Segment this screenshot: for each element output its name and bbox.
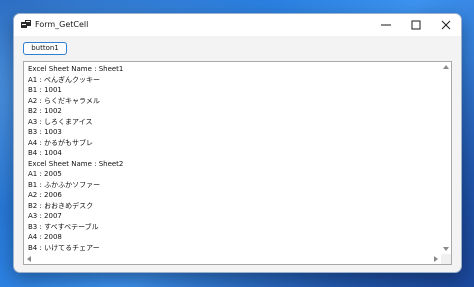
- maximize-icon: [411, 20, 421, 30]
- button1[interactable]: button1: [23, 42, 67, 55]
- output-line: Excel Sheet Name : Sheet1: [28, 65, 124, 73]
- horizontal-scrollbar[interactable]: [24, 254, 441, 264]
- output-line: A2 : らくだキャラメル: [28, 96, 100, 105]
- vertical-scrollbar[interactable]: [441, 62, 451, 254]
- output-line: A4 : 2008: [28, 233, 62, 241]
- output-line: A1 : 2005: [28, 170, 62, 178]
- scroll-up-icon[interactable]: [443, 65, 449, 69]
- output-line: B4 : いけてるチェアー: [28, 243, 100, 252]
- output-line: B3 : 1003: [28, 128, 62, 136]
- output-line: Excel Sheet Name : Sheet2: [28, 159, 124, 168]
- scroll-left-icon[interactable]: [27, 256, 31, 262]
- output-line: A2 : 2006: [28, 191, 62, 199]
- maximize-button[interactable]: [401, 14, 431, 36]
- output-line: B1 : ふかふかソファー: [28, 180, 101, 189]
- output-line: A3 : 2007: [28, 212, 62, 220]
- scrollbar-corner: [441, 254, 451, 264]
- output-line: A3 : しろくまアイス: [28, 117, 93, 126]
- close-icon: [441, 20, 451, 30]
- output-line: B3 : すべすべテーブル: [28, 222, 99, 231]
- minimize-icon: [381, 24, 391, 26]
- form-app-icon: [21, 20, 31, 28]
- output-line: A1 : ぺんぎんクッキー: [28, 75, 101, 84]
- title-bar[interactable]: Form_GetCell: [14, 14, 461, 36]
- output-lines: Excel Sheet Name : Sheet1 A1 : ぺんぎんクッキー …: [28, 64, 433, 253]
- minimize-button[interactable]: [371, 14, 401, 36]
- window-title: Form_GetCell: [35, 20, 89, 29]
- output-line: B2 : おおきめデスク: [28, 201, 94, 210]
- output-line: B1 : 1001: [28, 86, 62, 94]
- scroll-down-icon[interactable]: [443, 247, 449, 251]
- output-line: B4 : 1004: [28, 149, 62, 157]
- output-textbox[interactable]: Excel Sheet Name : Sheet1 A1 : ぺんぎんクッキー …: [23, 61, 452, 265]
- output-line: A4 : かるがもサブレ: [28, 138, 94, 147]
- close-button[interactable]: [431, 14, 461, 36]
- output-line: B2 : 1002: [28, 107, 62, 115]
- scroll-right-icon[interactable]: [434, 256, 438, 262]
- form-window: Form_GetCell button1 Excel Sheet Name : …: [13, 13, 462, 273]
